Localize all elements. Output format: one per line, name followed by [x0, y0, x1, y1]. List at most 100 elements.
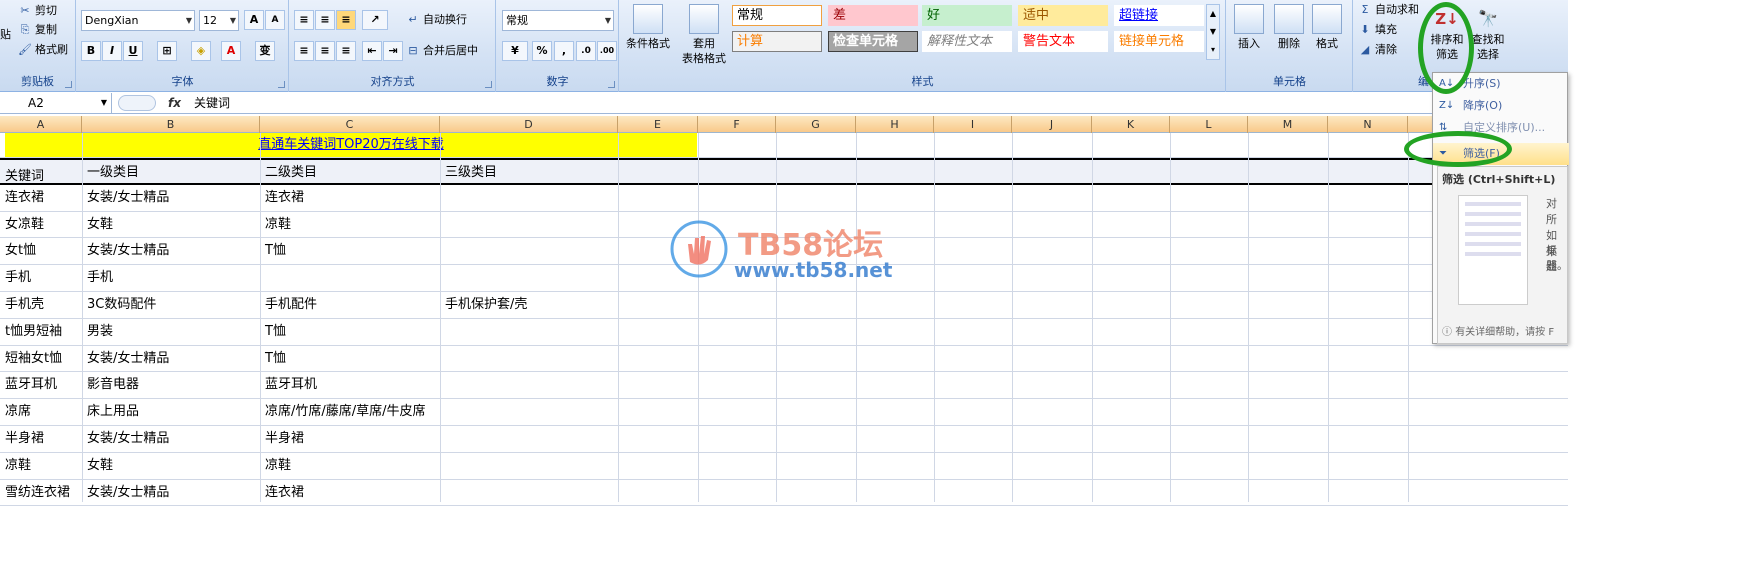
menu-item-sort-desc[interactable]: Z↓ 降序(O)	[1433, 95, 1569, 117]
pinyin-button[interactable]: 变	[255, 41, 275, 61]
column-header-A[interactable]: A	[0, 116, 82, 133]
cell-style-2[interactable]: 好	[922, 5, 1012, 26]
column-header-E[interactable]: E	[618, 116, 698, 133]
table-cell[interactable]: 女装/女士精品	[82, 346, 169, 373]
accounting-button[interactable]: ¥	[502, 41, 528, 61]
align-left-button[interactable]: ≡	[294, 41, 314, 61]
table-cell[interactable]: T恤	[260, 319, 286, 346]
bold-button[interactable]: B	[81, 41, 101, 61]
column-header-J[interactable]: J	[1012, 116, 1092, 133]
font-size-select[interactable]: 12 ▼	[199, 10, 239, 31]
table-cell[interactable]: 手机	[82, 265, 113, 292]
underline-button[interactable]: U	[123, 41, 143, 61]
cell-style-9[interactable]: 链接单元格	[1114, 31, 1204, 52]
formula-input[interactable]: 关键词	[194, 93, 230, 113]
table-cell[interactable]: 手机	[0, 265, 31, 292]
worksheet-grid[interactable]: 直通车关键词TOP20万在线下载 关键词 一级类目 二级类目 三级类目 连衣裙 女装/女士…	[0, 133, 1568, 507]
font-color-button[interactable]: A	[221, 41, 241, 61]
cell-style-3[interactable]: 适中	[1018, 5, 1108, 26]
column-header-I[interactable]: I	[934, 116, 1012, 133]
column-header-M[interactable]: M	[1248, 116, 1328, 133]
dialog-launcher-icon[interactable]	[608, 81, 615, 88]
shrink-font-button[interactable]: A	[265, 10, 285, 30]
percent-button[interactable]: %	[532, 41, 552, 61]
table-cell[interactable]: 女装/女士精品	[82, 480, 169, 507]
align-right-button[interactable]: ≡	[336, 41, 356, 61]
table-cell[interactable]: 女装/女士精品	[82, 238, 169, 265]
table-cell[interactable]: 雪纺连衣裙	[0, 480, 70, 507]
grow-font-button[interactable]: A	[244, 10, 264, 30]
format-cells-button[interactable]: 格式	[1307, 4, 1347, 51]
table-cell[interactable]: 凉鞋	[0, 453, 31, 480]
cell-style-7[interactable]: 解释性文本	[922, 31, 1012, 52]
column-header-D[interactable]: D	[440, 116, 618, 133]
borders-button[interactable]: ⊞	[157, 41, 177, 61]
insert-function-button[interactable]: fx	[168, 93, 186, 113]
column-header-H[interactable]: H	[856, 116, 934, 133]
table-cell[interactable]: 半身裙	[0, 426, 44, 453]
table-cell[interactable]: t恤男短袖	[0, 319, 62, 346]
column-header-L[interactable]: L	[1170, 116, 1248, 133]
format-painter-button[interactable]: 🖌 格式刷	[18, 41, 68, 59]
table-cell[interactable]: 男装	[82, 319, 113, 346]
align-middle-button[interactable]: ≡	[315, 10, 335, 30]
cell-style-5[interactable]: 计算	[732, 31, 822, 52]
column-title-cell[interactable]: 三级类目	[440, 160, 497, 187]
wrap-text-button[interactable]: ↵ 自动换行	[406, 11, 467, 29]
table-cell[interactable]: 女t恤	[0, 238, 36, 265]
table-cell[interactable]: 手机保护套/壳	[440, 292, 527, 319]
cell-style-4[interactable]: 超链接	[1114, 5, 1204, 26]
delete-button[interactable]: 删除	[1269, 4, 1309, 51]
cell-style-8[interactable]: 警告文本	[1018, 31, 1108, 52]
column-header-N[interactable]: N	[1328, 116, 1408, 133]
table-cell[interactable]: 手机配件	[260, 292, 317, 319]
comma-button[interactable]: ,	[554, 41, 574, 61]
column-title-cell[interactable]: 二级类目	[260, 160, 317, 187]
cell-style-1[interactable]: 差	[828, 5, 918, 26]
table-cell[interactable]: 短袖女t恤	[0, 346, 62, 373]
table-cell[interactable]: 女装/女士精品	[82, 426, 169, 453]
number-format-select[interactable]: 常规 ▼	[502, 10, 614, 31]
column-header-B[interactable]: B	[82, 116, 260, 133]
table-cell[interactable]: 3C数码配件	[82, 292, 156, 319]
table-cell[interactable]: 蓝牙耳机	[260, 372, 317, 399]
table-cell[interactable]: 凉鞋	[260, 212, 291, 239]
table-cell[interactable]: 女鞋	[82, 212, 113, 239]
fill-button[interactable]: ⬇ 填充	[1358, 21, 1397, 39]
banner-link[interactable]: 直通车关键词TOP20万在线下载	[258, 137, 444, 152]
align-top-button[interactable]: ≡	[294, 10, 314, 30]
table-cell[interactable]: 连衣裙	[0, 185, 44, 212]
cell-style-6[interactable]: 检查单元格	[828, 31, 918, 52]
fill-color-button[interactable]: ◈	[191, 41, 211, 61]
table-cell[interactable]: 女鞋	[82, 453, 113, 480]
name-box[interactable]: A2 ▼	[0, 93, 112, 113]
format-as-table-button[interactable]: 套用 表格格式	[676, 4, 732, 66]
table-cell[interactable]: 床上用品	[82, 399, 139, 426]
table-cell[interactable]: 连衣裙	[260, 185, 304, 212]
table-cell[interactable]: 半身裙	[260, 426, 304, 453]
decrease-decimal-button[interactable]: .00	[597, 41, 617, 61]
table-cell[interactable]: 女凉鞋	[0, 212, 44, 239]
cut-button[interactable]: ✂ 剪切	[18, 2, 57, 20]
column-header-G[interactable]: G	[776, 116, 856, 133]
align-bottom-button[interactable]: ≡	[336, 10, 356, 30]
banner-cell[interactable]: 直通车关键词TOP20万在线下载	[5, 133, 697, 157]
table-cell[interactable]: T恤	[260, 238, 286, 265]
column-header-K[interactable]: K	[1092, 116, 1170, 133]
formula-bar-handle[interactable]	[118, 95, 156, 111]
table-cell[interactable]: 手机壳	[0, 292, 44, 319]
table-cell[interactable]: 女装/女士精品	[82, 185, 169, 212]
copy-button[interactable]: ⎘ 复制	[18, 21, 57, 39]
gallery-scroll[interactable]: ▲ ▼ ▾	[1206, 4, 1220, 60]
column-header-C[interactable]: C	[260, 116, 440, 133]
increase-indent-button[interactable]: ⇥	[383, 41, 403, 61]
italic-button[interactable]: I	[102, 41, 122, 61]
font-family-select[interactable]: DengXian ▼	[81, 10, 195, 31]
increase-decimal-button[interactable]: .0	[576, 41, 596, 61]
column-title-cell[interactable]: 一级类目	[82, 160, 139, 187]
table-cell[interactable]: 连衣裙	[260, 480, 304, 507]
paste-button[interactable]: 贴	[0, 26, 11, 44]
orientation-button[interactable]: ↗	[362, 10, 388, 30]
column-header-F[interactable]: F	[698, 116, 776, 133]
decrease-indent-button[interactable]: ⇤	[362, 41, 382, 61]
